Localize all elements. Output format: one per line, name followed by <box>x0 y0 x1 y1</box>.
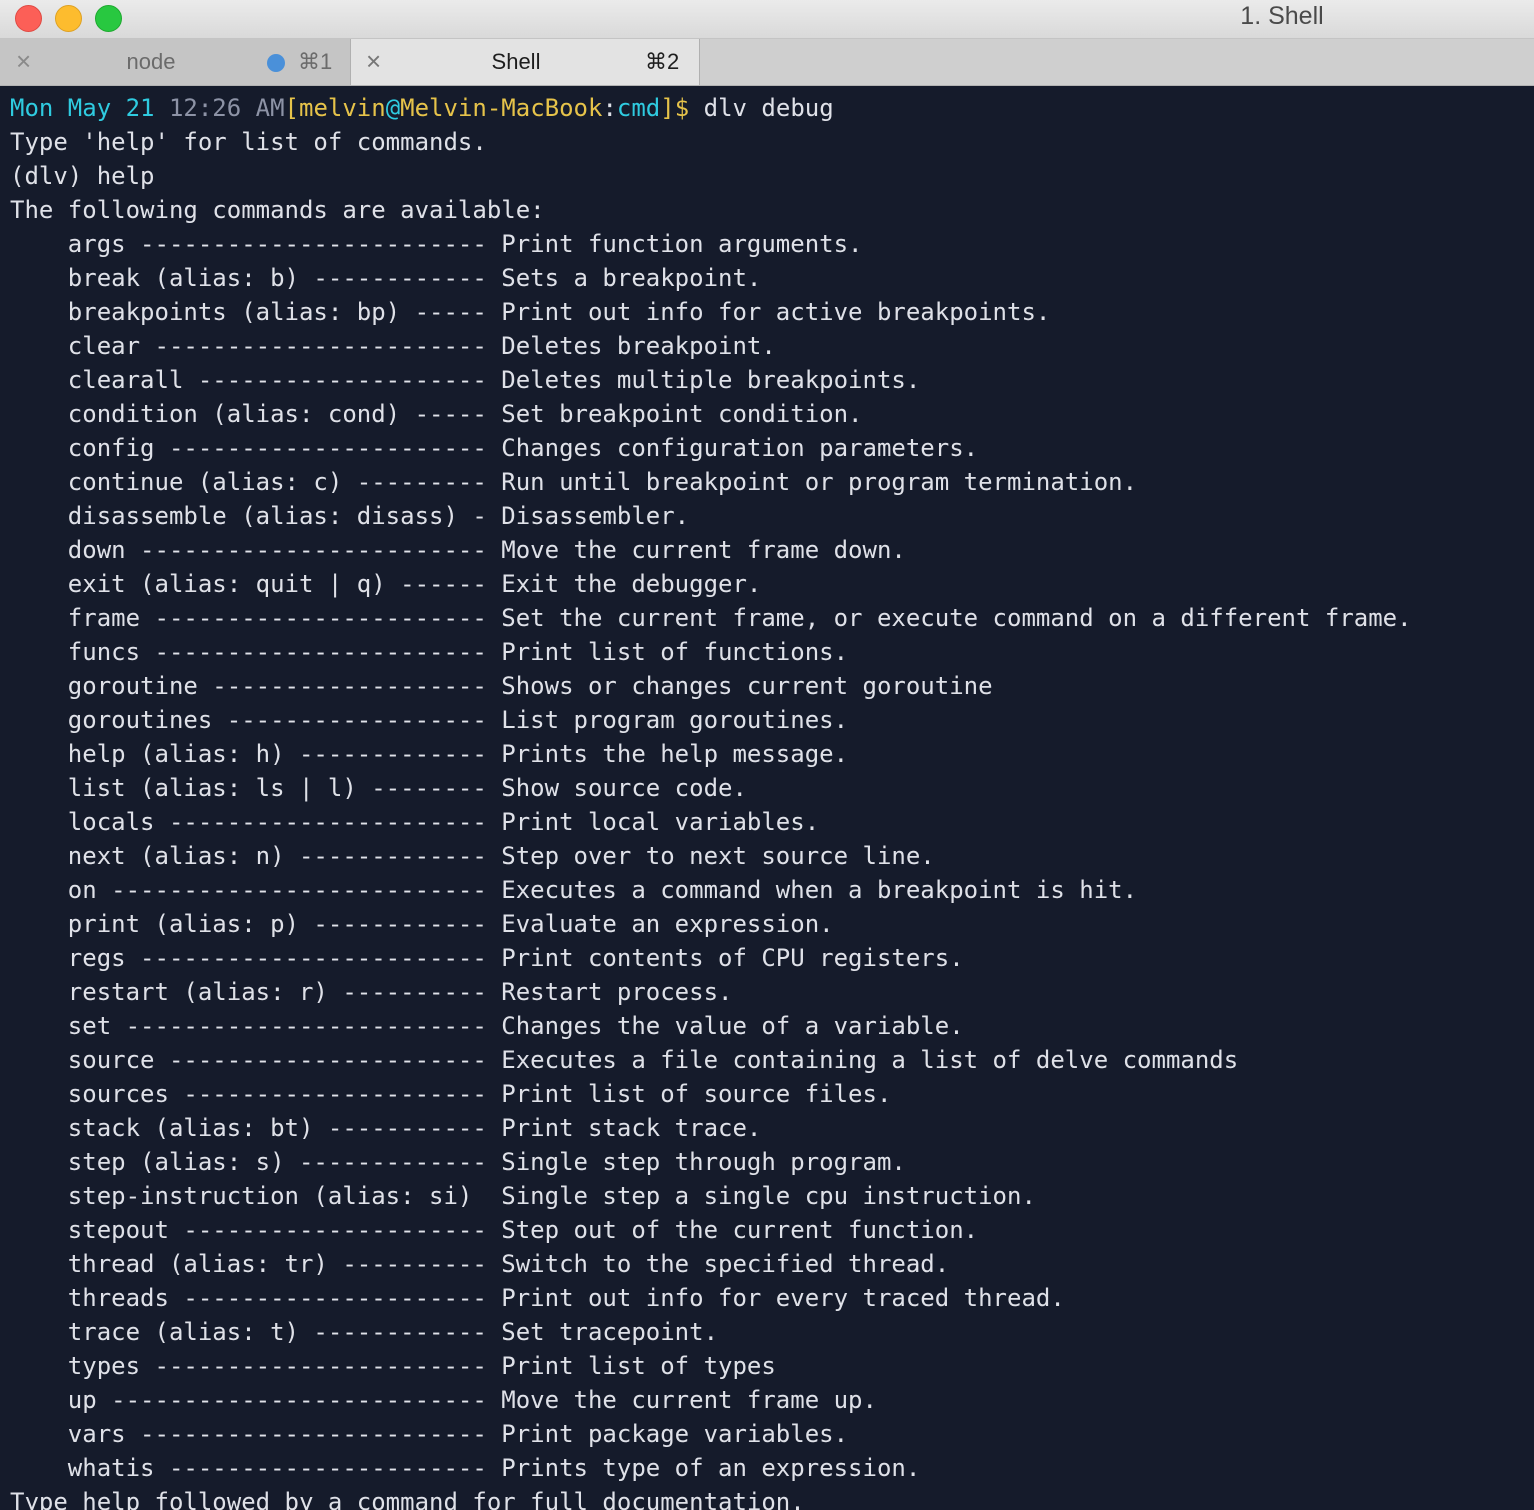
output-line: stepout --------------------- Step out o… <box>10 1216 979 1244</box>
terminal-window: 1. Shell × node ⌘1 × Shell ⌘2 Mon May 21… <box>0 0 1534 1510</box>
output-line: types ----------------------- Print list… <box>10 1352 776 1380</box>
prompt-at: @ <box>385 94 401 122</box>
output-line: vars ------------------------ Print pack… <box>10 1420 849 1448</box>
output-line: thread (alias: tr) ---------- Switch to … <box>10 1250 950 1278</box>
prompt-command: dlv debug <box>703 94 834 122</box>
title-bar: 1. Shell <box>0 0 1534 39</box>
output-line: continue (alias: c) --------- Run until … <box>10 468 1138 496</box>
window-title: 1. Shell <box>1240 2 1324 30</box>
output-line: step (alias: s) ------------- Single ste… <box>10 1148 906 1176</box>
prompt-close: ]$ <box>660 94 690 122</box>
terminal-output[interactable]: Mon May 21 12:26 AM[melvin@Melvin-MacBoo… <box>0 86 1534 1510</box>
tab-shortcut: ⌘1 <box>298 49 333 74</box>
output-line: regs ------------------------ Print cont… <box>10 944 964 972</box>
output-line: condition (alias: cond) ----- Set breakp… <box>10 400 863 428</box>
output-line: exit (alias: quit | q) ------ Exit the d… <box>10 570 762 598</box>
output-line: sources --------------------- Print list… <box>10 1080 892 1108</box>
output-line: funcs ----------------------- Print list… <box>10 638 849 666</box>
output-line: restart (alias: r) ---------- Restart pr… <box>10 978 733 1006</box>
output-line: args ------------------------ Print func… <box>10 230 863 258</box>
output-line: threads --------------------- Print out … <box>10 1284 1065 1312</box>
output-line: break (alias: b) ------------ Sets a bre… <box>10 264 762 292</box>
tab-node[interactable]: × node ⌘1 <box>0 39 351 85</box>
output-line: print (alias: p) ------------ Evaluate a… <box>10 910 834 938</box>
prompt-colon: : <box>602 94 617 122</box>
output-line: Type 'help' for list of commands. <box>10 128 487 156</box>
output-line: disassemble (alias: disass) - Disassembl… <box>10 502 690 530</box>
prompt-date: Mon May 21 <box>10 94 155 122</box>
output-line: next (alias: n) ------------- Step over … <box>10 842 935 870</box>
output-line: Type help followed by a command for full… <box>10 1488 805 1510</box>
output-line: clearall -------------------- Deletes mu… <box>10 366 921 394</box>
output-line: set ------------------------- Changes th… <box>10 1012 964 1040</box>
activity-indicator-icon <box>267 54 285 72</box>
output-line: frame ----------------------- Set the cu… <box>10 604 1412 632</box>
output-line: The following commands are available: <box>10 196 545 224</box>
output-line: trace (alias: t) ------------ Set tracep… <box>10 1318 719 1346</box>
output-line: breakpoints (alias: bp) ----- Print out … <box>10 298 1051 326</box>
prompt-dir: cmd <box>616 94 661 122</box>
tab-shortcut: ⌘2 <box>645 49 680 74</box>
output-line: goroutines ------------------ List progr… <box>10 706 849 734</box>
output-line: on -------------------------- Executes a… <box>10 876 1138 904</box>
zoom-window-button[interactable] <box>95 5 122 32</box>
output-line: config ---------------------- Changes co… <box>10 434 979 462</box>
output-line: down ------------------------ Move the c… <box>10 536 906 564</box>
tab-label: node <box>126 49 176 74</box>
prompt-time: 12:26 AM <box>168 94 285 122</box>
output-line: stack (alias: bt) ----------- Print stac… <box>10 1114 762 1142</box>
tab-label: Shell <box>491 49 541 74</box>
close-window-button[interactable] <box>15 5 42 32</box>
output-line: whatis ---------------------- Prints typ… <box>10 1454 921 1482</box>
tab-shell[interactable]: × Shell ⌘2 <box>351 39 700 85</box>
output-line: goroutine ------------------- Shows or c… <box>10 672 993 700</box>
output-line: step-instruction (alias: si) Single step… <box>10 1182 1036 1210</box>
output-line: locals ---------------------- Print loca… <box>10 808 820 836</box>
tab-bar: × node ⌘1 × Shell ⌘2 <box>0 39 1534 86</box>
output-line: help (alias: h) ------------- Prints the… <box>10 740 849 768</box>
output-line: clear ----------------------- Deletes br… <box>10 332 776 360</box>
prompt-line: Mon May 21 12:26 AM[melvin@Melvin-MacBoo… <box>10 91 834 125</box>
prompt-open-bracket: [ <box>284 94 299 122</box>
output-line: up -------------------------- Move the c… <box>10 1386 877 1414</box>
prompt-host: Melvin-MacBook <box>400 94 603 122</box>
output-line: list (alias: ls | l) -------- Show sourc… <box>10 774 747 802</box>
output-line: source ---------------------- Executes a… <box>10 1046 1239 1074</box>
prompt-user: melvin <box>299 94 386 122</box>
minimize-window-button[interactable] <box>55 5 82 32</box>
output-line: (dlv) help <box>10 162 155 190</box>
